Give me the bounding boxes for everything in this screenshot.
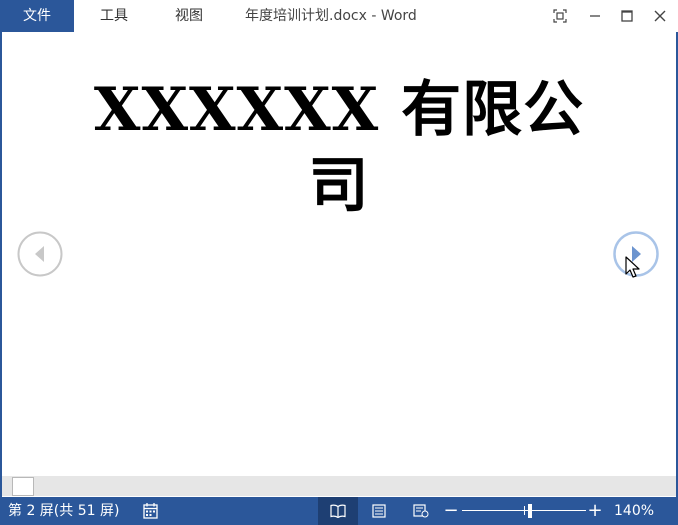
document-heading: XXXXXX 有限公司 [93, 75, 585, 221]
previous-screen-button[interactable] [17, 231, 63, 277]
view-menu[interactable]: 视图 [175, 0, 203, 32]
web-layout-icon [413, 504, 429, 518]
read-mode-icon [330, 504, 346, 518]
title-bar: 文件 工具 视图 年度培训计划.docx - Word [0, 0, 678, 32]
mouse-pointer-icon [625, 256, 640, 278]
close-button[interactable] [648, 4, 672, 28]
window-title: 年度培训计划.docx - Word [245, 8, 417, 24]
fullscreen-button[interactable] [548, 4, 572, 28]
read-mode-button[interactable] [318, 497, 358, 525]
minimize-button[interactable] [583, 4, 607, 28]
maximize-button[interactable] [615, 4, 639, 28]
zoom-slider-thumb[interactable] [528, 504, 533, 518]
tools-menu[interactable]: 工具 [100, 0, 128, 32]
zoom-out-button[interactable]: − [443, 497, 459, 525]
window-border-left [0, 32, 2, 497]
horizontal-scrollbar[interactable] [2, 476, 676, 496]
scrollbar-thumb[interactable] [12, 477, 34, 496]
print-layout-button[interactable] [364, 497, 394, 525]
zoom-slider-center-mark [524, 506, 525, 515]
minimize-icon [590, 15, 600, 17]
zoom-in-button[interactable]: + [587, 497, 603, 525]
proofing-icon[interactable] [142, 502, 160, 520]
fullscreen-icon [553, 9, 567, 23]
zoom-level[interactable]: 140% [614, 497, 654, 525]
maximize-icon [621, 10, 633, 22]
close-icon [654, 10, 666, 22]
file-menu[interactable]: 文件 [0, 0, 74, 32]
status-bar: 第 2 屏(共 51 屏) − + 140% [0, 497, 678, 525]
screen-count: 第 2 屏(共 51 屏) [8, 503, 120, 519]
print-layout-icon [372, 504, 386, 518]
web-layout-button[interactable] [406, 497, 436, 525]
prev-screen-icon [17, 231, 63, 277]
